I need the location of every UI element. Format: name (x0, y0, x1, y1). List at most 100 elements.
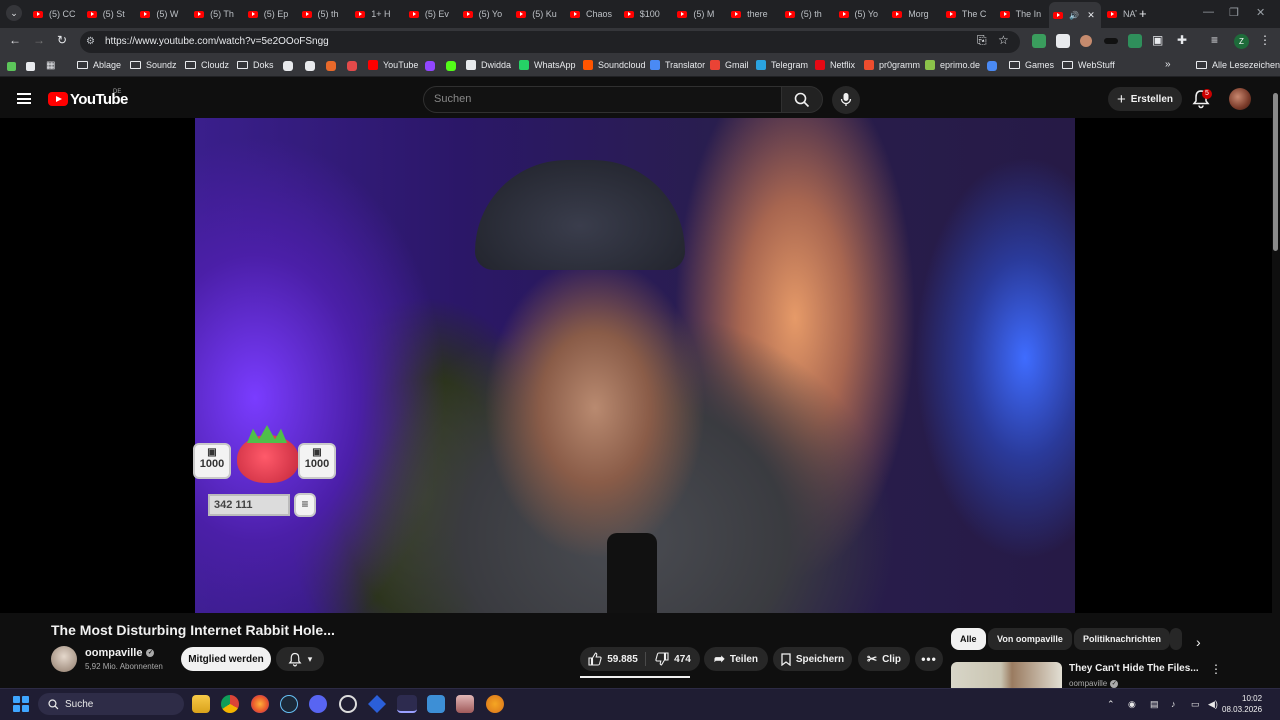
bookmark-item[interactable]: Netflix (815, 60, 855, 70)
bookmark-item[interactable]: pr0gramm (864, 60, 920, 70)
steam-icon[interactable] (280, 695, 298, 713)
profile-avatar[interactable]: Z (1234, 34, 1249, 49)
extensions-puzzle-icon[interactable]: ✚ (1177, 33, 1187, 47)
tab-group-icon[interactable]: ▣ (1152, 33, 1163, 47)
bookmark-item[interactable]: WhatsApp (519, 60, 576, 70)
github-icon[interactable] (283, 61, 293, 71)
windows-start-icon[interactable] (13, 696, 29, 712)
bookmark-icon[interactable] (26, 62, 35, 71)
extension-icon[interactable] (1080, 35, 1092, 47)
browser-tab[interactable]: Morg (888, 4, 940, 24)
menu-icon[interactable] (17, 93, 31, 104)
system-clock[interactable]: 10:02 08.03.2026 (1222, 693, 1262, 715)
maximize-icon[interactable]: ❐ (1229, 6, 1239, 19)
close-tab-icon[interactable]: ✕ (1087, 10, 1095, 21)
browser-menu-icon[interactable]: ⋮ (1259, 33, 1271, 47)
more-actions-button[interactable]: ••• (915, 647, 943, 671)
browser-tab[interactable]: (5) Ep (244, 4, 296, 24)
chip-from-channel[interactable]: Von oompaville (988, 628, 1072, 650)
browser-tab[interactable]: The In (996, 4, 1048, 24)
bookmark-icon[interactable] (347, 61, 357, 71)
close-window-icon[interactable]: ✕ (1256, 6, 1265, 19)
bookmark-item[interactable]: Gmail (710, 60, 749, 70)
browser-tab[interactable]: there (727, 4, 779, 24)
browser-tab[interactable]: (5) W (136, 4, 188, 24)
keyboard-layout-icon[interactable]: ▤ (1150, 699, 1159, 710)
bookmark-item[interactable]: Telegram (756, 60, 808, 70)
url-text[interactable]: https://www.youtube.com/watch?v=5e2OOoFS… (105, 36, 329, 47)
extension-icon[interactable] (1104, 38, 1118, 44)
like-button[interactable]: 59.885 (580, 647, 646, 671)
media-controls-icon[interactable]: ≡ (1211, 33, 1218, 47)
bookmark-item[interactable]: Translator (650, 60, 705, 70)
bookmark-icon[interactable] (987, 61, 997, 71)
reload-icon[interactable]: ↻ (57, 33, 67, 47)
save-button[interactable]: Speichern (773, 647, 852, 671)
more-vertical-icon[interactable]: ⋮ (1210, 662, 1222, 676)
browser-tab[interactable]: (5) th (298, 4, 350, 24)
chip-political-news[interactable]: Politiknachrichten (1074, 628, 1171, 650)
minimize-icon[interactable]: — (1203, 6, 1214, 18)
audio-playing-icon[interactable]: 🔊 (1069, 11, 1079, 20)
bookmark-item[interactable]: WebStuff (1062, 60, 1115, 70)
extension-icon[interactable] (1056, 34, 1070, 48)
clip-button[interactable]: ✂ Clip (858, 647, 910, 671)
channel-avatar[interactable] (51, 646, 77, 672)
bookmark-icon[interactable] (326, 61, 336, 71)
bookmark-item[interactable]: Games (1009, 60, 1054, 70)
dislike-button[interactable]: 474 (646, 647, 700, 671)
discord-icon[interactable] (309, 695, 327, 713)
microphone-tray-icon[interactable]: ♪ (1171, 699, 1176, 709)
recommendation-title[interactable]: They Can't Hide The Files... (1069, 663, 1199, 674)
bookmark-item[interactable]: Dwidda (466, 60, 511, 70)
bookmark-item[interactable]: Doks (237, 60, 274, 70)
search-button[interactable] (781, 86, 823, 113)
all-bookmarks-folder[interactable]: Alle Lesezeichen (1196, 60, 1280, 70)
bookmark-item[interactable]: YouTube (368, 60, 418, 70)
bookmark-icon[interactable] (7, 62, 16, 71)
browser-tab[interactable]: Chaos (566, 4, 618, 24)
join-button[interactable]: Mitglied werden (181, 647, 271, 671)
audio-app-icon[interactable] (397, 695, 417, 713)
tab-active[interactable]: 🔊 ✕ (1049, 2, 1101, 28)
browser-tab[interactable]: (5) Yo (835, 4, 887, 24)
recommendation-channel[interactable]: oompaville ✓ (1069, 679, 1119, 688)
kick-icon[interactable] (446, 61, 456, 71)
bookmark-star-icon[interactable]: ☆ (998, 33, 1009, 47)
browser-tab[interactable]: (5) Th (190, 4, 242, 24)
apps-grid-icon[interactable]: ▦ (46, 60, 55, 71)
tray-overflow-icon[interactable]: ⌃ (1107, 699, 1115, 710)
chip-all[interactable]: Alle (951, 628, 986, 650)
install-app-icon[interactable]: ⎘ (977, 33, 987, 48)
browser-tab[interactable]: (5) St (83, 4, 135, 24)
extension-icon[interactable] (1128, 34, 1142, 48)
search-input[interactable] (423, 86, 782, 113)
taskbar-search[interactable]: Suche (38, 693, 184, 715)
youtube-logo-icon[interactable] (48, 92, 68, 106)
extension-icon[interactable] (1032, 34, 1046, 48)
browser-tab[interactable]: (5) CC (29, 4, 81, 24)
file-explorer-icon[interactable] (192, 695, 210, 713)
browser-tab[interactable]: (5) th (781, 4, 833, 24)
browser-tab[interactable]: 1+ H (351, 4, 403, 24)
scrollbar-thumb[interactable] (1273, 93, 1278, 251)
notepad-icon[interactable] (427, 695, 445, 713)
browser-tab[interactable]: $100 (620, 4, 672, 24)
bookmark-item[interactable]: Ablage (77, 60, 121, 70)
chevron-right-icon[interactable]: › (1196, 634, 1201, 650)
bookmark-item[interactable]: Soundz (130, 60, 177, 70)
channel-name[interactable]: oompaville ✓ (85, 647, 155, 659)
chip-partial[interactable] (1170, 628, 1182, 650)
tiktok-icon[interactable] (305, 61, 315, 71)
site-info-icon[interactable]: ⚙ (86, 36, 95, 47)
account-avatar[interactable] (1229, 88, 1251, 110)
recommendation-thumbnail[interactable] (951, 662, 1062, 688)
browser-tab[interactable]: The C (942, 4, 994, 24)
blender-icon[interactable] (486, 695, 504, 713)
browser-tab[interactable]: (5) M (673, 4, 725, 24)
tab-search-button[interactable]: ⌄ (6, 5, 22, 21)
create-button[interactable]: + Erstellen (1108, 87, 1182, 111)
obs-icon[interactable] (339, 695, 357, 713)
bookmark-item[interactable]: Cloudz (185, 60, 229, 70)
browser-tab[interactable]: (5) Yo (459, 4, 511, 24)
